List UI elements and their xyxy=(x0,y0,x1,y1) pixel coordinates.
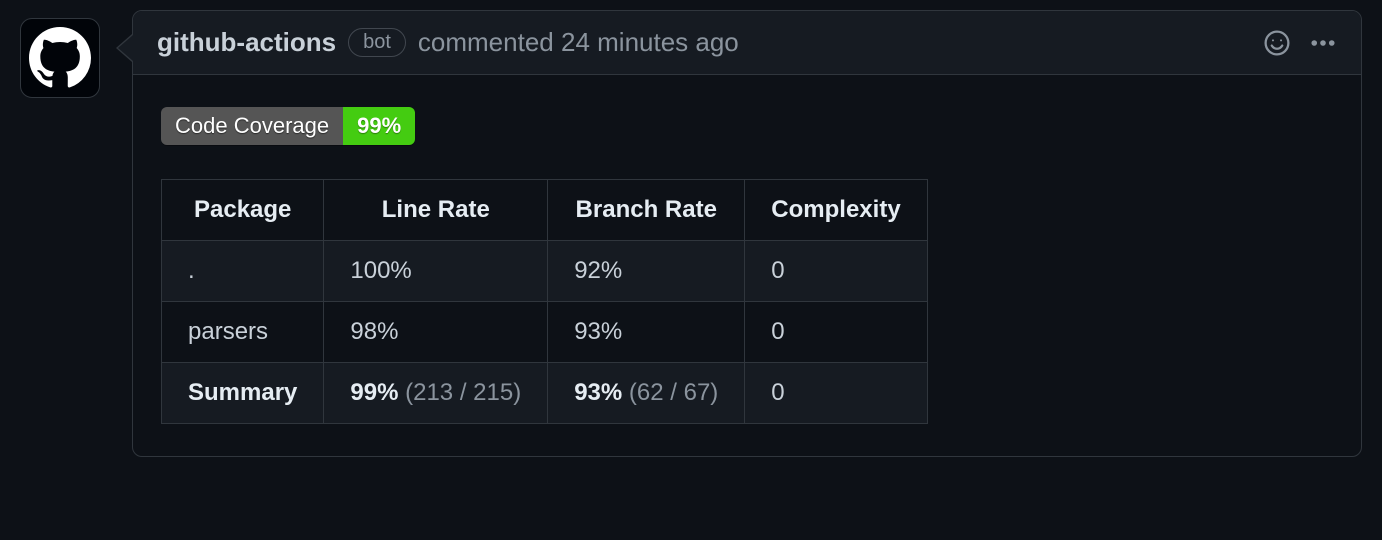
table-summary-row: Summary 99% (213 / 215) 93% (62 / 67) 0 xyxy=(162,363,928,424)
kebab-menu-button[interactable] xyxy=(1309,29,1337,57)
comment-action-text: commented 24 minutes ago xyxy=(418,27,739,58)
github-icon xyxy=(29,27,91,89)
header-branch-rate: Branch Rate xyxy=(548,180,745,241)
coverage-badge-value: 99% xyxy=(343,107,415,145)
table-row: . 100% 92% 0 xyxy=(162,241,928,302)
kebab-icon xyxy=(1309,29,1337,57)
cell-summary-label: Summary xyxy=(162,363,324,424)
cell-summary-line-rate: 99% (213 / 215) xyxy=(324,363,548,424)
coverage-table: Package Line Rate Branch Rate Complexity… xyxy=(161,179,928,424)
header-package: Package xyxy=(162,180,324,241)
cell-summary-complexity: 0 xyxy=(745,363,927,424)
cell-branch-rate: 92% xyxy=(548,241,745,302)
table-row: parsers 98% 93% 0 xyxy=(162,302,928,363)
comment-author[interactable]: github-actions xyxy=(157,27,336,58)
smiley-icon xyxy=(1263,29,1291,57)
header-complexity: Complexity xyxy=(745,180,927,241)
cell-package: . xyxy=(162,241,324,302)
cell-line-rate: 100% xyxy=(324,241,548,302)
comment-timestamp[interactable]: 24 minutes ago xyxy=(561,27,739,57)
cell-branch-rate: 93% xyxy=(548,302,745,363)
header-line-rate: Line Rate xyxy=(324,180,548,241)
add-reaction-button[interactable] xyxy=(1263,29,1291,57)
coverage-badge[interactable]: Code Coverage 99% xyxy=(161,107,415,145)
comment-body: Code Coverage 99% Package Line Rate Bran… xyxy=(133,75,1361,456)
cell-line-rate: 98% xyxy=(324,302,548,363)
comment-container: github-actions bot commented 24 minutes … xyxy=(132,10,1362,457)
cell-summary-branch-rate: 93% (62 / 67) xyxy=(548,363,745,424)
bot-badge: bot xyxy=(348,28,406,57)
table-header-row: Package Line Rate Branch Rate Complexity xyxy=(162,180,928,241)
avatar[interactable] xyxy=(20,18,100,98)
cell-package: parsers xyxy=(162,302,324,363)
cell-complexity: 0 xyxy=(745,302,927,363)
commented-label: commented xyxy=(418,27,554,57)
comment-header: github-actions bot commented 24 minutes … xyxy=(133,11,1361,75)
cell-complexity: 0 xyxy=(745,241,927,302)
coverage-badge-label: Code Coverage xyxy=(161,107,343,145)
